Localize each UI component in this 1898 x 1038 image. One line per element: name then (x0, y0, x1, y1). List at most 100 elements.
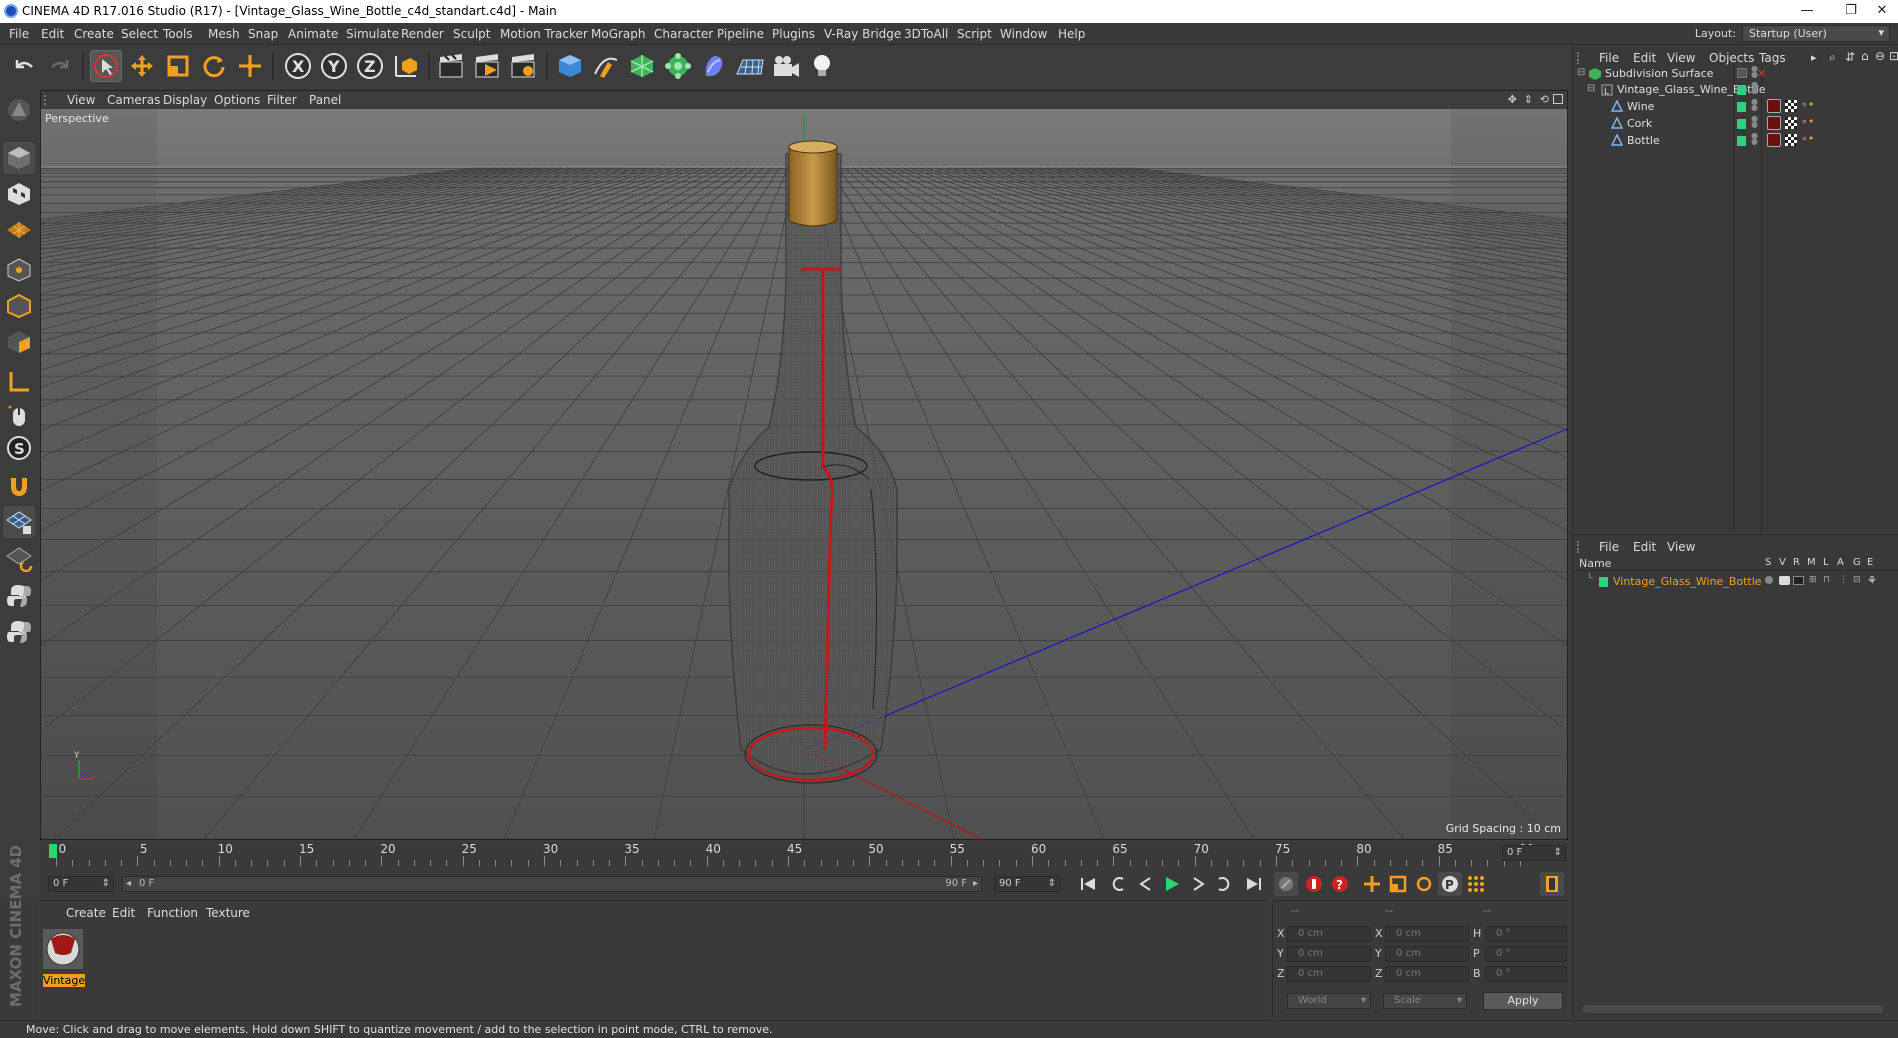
current-frame-marker[interactable] (49, 844, 57, 858)
layer-menu-edit[interactable]: Edit (1633, 540, 1656, 554)
expression-icon[interactable]: ⚘ (1867, 574, 1877, 587)
key-parameter-button[interactable]: P (1438, 872, 1462, 896)
object-row[interactable]: Cork ● ● ∘• (1573, 115, 1898, 132)
3d-viewport[interactable]: View Cameras Display Options Filter Pane… (40, 90, 1568, 840)
layer-color-chip[interactable] (1737, 136, 1746, 146)
size-z-field[interactable]: 0 cm (1385, 966, 1469, 982)
floor-button[interactable] (734, 50, 766, 82)
close-button[interactable]: ✕ (1866, 0, 1898, 23)
grid-snap-button[interactable] (3, 506, 35, 538)
frame-range-slider[interactable]: ◂ 0 F 90 F ▸ (122, 876, 982, 892)
next-key-button[interactable] (1212, 872, 1236, 896)
menu-edit[interactable]: Edit (41, 27, 64, 41)
end-frame-field[interactable]: 90 F ⇕ (994, 876, 1060, 892)
key-rotation-button[interactable] (1412, 872, 1436, 896)
horizontal-scrollbar[interactable] (1583, 1005, 1883, 1013)
timeline-window-button[interactable] (1540, 872, 1564, 896)
material-name[interactable]: Vintage (43, 974, 85, 987)
cloner-button[interactable] (662, 50, 694, 82)
keyframe-help-button[interactable]: ? (1328, 872, 1352, 896)
key-pla-button[interactable] (1464, 872, 1488, 896)
menu-3dtoall[interactable]: 3DToAll (904, 27, 948, 41)
menu-sculpt[interactable]: Sculpt (453, 27, 490, 41)
lock-icon[interactable]: ⊓ (1823, 575, 1830, 585)
layer-color-chip[interactable] (1737, 85, 1746, 95)
filter-icon[interactable]: ⇵ (1845, 50, 1855, 64)
material-tag-icon[interactable] (1767, 116, 1781, 130)
viewport-menu-cameras[interactable]: Cameras (107, 93, 160, 107)
object-mode-button[interactable] (3, 142, 35, 174)
object-menu-view[interactable]: View (1667, 51, 1695, 65)
viewport-menu-filter[interactable]: Filter (267, 93, 297, 107)
layout-dropdown[interactable]: Startup (User) ▾ (1742, 25, 1890, 42)
python-button[interactable] (3, 580, 35, 612)
tweak-mode-button[interactable] (3, 400, 35, 432)
object-menu-file[interactable]: File (1599, 51, 1619, 65)
menu-mesh[interactable]: Mesh (208, 27, 240, 41)
view-eye-icon[interactable] (1779, 576, 1790, 585)
phong-tag-icon[interactable]: ∘• (1801, 98, 1814, 111)
pen-spline-button[interactable] (590, 50, 622, 82)
menu-select[interactable]: Select (121, 27, 158, 41)
coordinate-system-button[interactable] (390, 50, 422, 82)
camera-button[interactable] (770, 50, 802, 82)
snap-button[interactable]: S (3, 432, 35, 464)
viewport-menu-options[interactable]: Options (214, 93, 260, 107)
object-row[interactable]: Bottle ● ● ∘• (1573, 132, 1898, 149)
rotate-view-icon[interactable]: ⟲ (1540, 93, 1549, 106)
collapse-icon[interactable]: ⊟ (1587, 83, 1595, 94)
visibility-dots-icon[interactable]: ● ● (1751, 115, 1758, 129)
picture-viewer-button[interactable] (472, 50, 504, 82)
menu-file[interactable]: File (9, 27, 29, 41)
phong-tag-icon[interactable]: ∘• (1801, 115, 1814, 128)
menu-tools[interactable]: Tools (163, 27, 193, 41)
menu-window[interactable]: Window (1000, 27, 1047, 41)
apply-button[interactable]: Apply (1483, 992, 1563, 1010)
render-view-button[interactable] (436, 50, 468, 82)
material-menu-create[interactable]: Create (66, 906, 106, 920)
collapse-icon[interactable]: ⊟ (1577, 67, 1585, 78)
phong-tag-icon[interactable]: ∘• (1801, 132, 1814, 145)
animation-icon[interactable]: ⋮ (1839, 575, 1848, 585)
live-selection-button[interactable] (234, 50, 266, 82)
python-script-button[interactable] (3, 616, 35, 648)
menu-help[interactable]: Help (1058, 27, 1085, 41)
size-x-field[interactable]: 0 cm (1385, 926, 1469, 942)
menu-render[interactable]: Render (401, 27, 444, 41)
new-view-icon[interactable]: ⊖ (1875, 49, 1885, 63)
y-axis-lock-button[interactable]: Y (318, 50, 350, 82)
texture-mode-button[interactable] (3, 178, 35, 210)
axis-mode-button[interactable] (3, 366, 35, 398)
rotation-p-field[interactable]: 0 ° (1485, 946, 1567, 962)
lock-workplane-button[interactable] (3, 542, 35, 574)
minimize-button[interactable]: — (1784, 0, 1830, 23)
material-menu-texture[interactable]: Texture (206, 906, 250, 920)
solo-icon[interactable] (1765, 576, 1773, 584)
magnet-button[interactable] (3, 470, 35, 502)
previous-frame-button[interactable] (1134, 872, 1158, 896)
layer-color-chip[interactable] (1599, 577, 1608, 587)
layer-menu-view[interactable]: View (1667, 540, 1695, 554)
visibility-dots-icon[interactable]: ● ● (1751, 98, 1758, 112)
generator-icon[interactable]: ⊟ (1853, 575, 1861, 585)
autokey-button[interactable] (1302, 872, 1326, 896)
material-menu-function[interactable]: Function (147, 906, 198, 920)
maximize-view-icon[interactable] (1553, 94, 1563, 104)
menu-vray-bridge[interactable]: V-Ray Bridge (824, 27, 901, 41)
current-frame-field[interactable]: 0 F ⇕ (48, 876, 114, 892)
material-tag-icon[interactable] (1767, 133, 1781, 147)
disabled-check-icon[interactable]: ✕ (1757, 67, 1766, 80)
manager-icon[interactable]: ⊞ (1809, 575, 1817, 585)
object-menu-objects[interactable]: Objects (1709, 51, 1754, 65)
move-tool-button[interactable] (126, 50, 158, 82)
size-y-field[interactable]: 0 cm (1385, 946, 1469, 962)
object-menu-edit[interactable]: Edit (1633, 51, 1656, 65)
size-mode-dropdown[interactable]: Scale ▾ (1383, 993, 1467, 1009)
layer-menu-file[interactable]: File (1599, 540, 1619, 554)
menu-script[interactable]: Script (957, 27, 992, 41)
workplane-button[interactable] (3, 214, 35, 246)
right-frame-field[interactable]: 0 F ⇕ (1502, 845, 1566, 861)
redo-button[interactable] (44, 50, 76, 82)
x-axis-lock-button[interactable]: X (282, 50, 314, 82)
menu-character[interactable]: Character (654, 27, 713, 41)
